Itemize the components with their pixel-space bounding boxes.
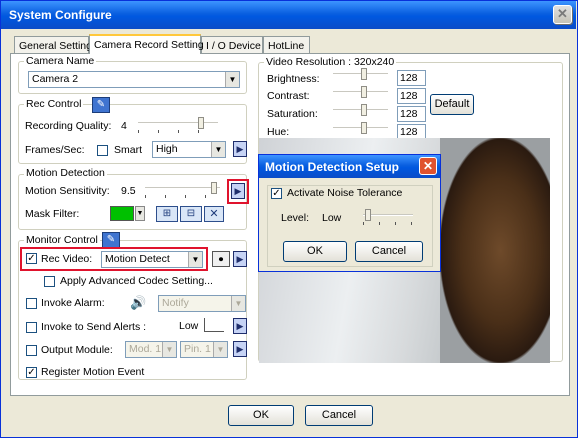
mask-add-icon[interactable]: ⊞ bbox=[156, 206, 178, 222]
frames-per-sec-label: Frames/Sec: bbox=[25, 144, 85, 156]
default-button[interactable]: Default bbox=[430, 94, 474, 115]
mod-select[interactable]: Mod. 1 ▼ bbox=[125, 341, 177, 358]
monitor-control-legend: Monitor Control bbox=[24, 234, 100, 246]
hue-label: Hue: bbox=[267, 126, 290, 138]
contrast-label: Contrast: bbox=[267, 90, 310, 102]
window-title: System Configure bbox=[1, 1, 576, 29]
brightness-label: Brightness: bbox=[267, 73, 320, 85]
mask-clear-icon[interactable]: ✕ bbox=[204, 206, 224, 222]
hue-slider[interactable] bbox=[333, 122, 388, 138]
level-slider[interactable] bbox=[363, 209, 413, 225]
alarm-select-value: Notify bbox=[162, 297, 189, 309]
motion-detection-legend: Motion Detection bbox=[24, 167, 107, 179]
chevron-down-icon: ▼ bbox=[211, 142, 225, 157]
motion-detection-dialog: Motion Detection Setup ✕ ✓ Activate Nois… bbox=[258, 154, 441, 272]
advanced-codec-label: Apply Advanced Codec Setting... bbox=[60, 275, 213, 287]
monitor-control-settings-icon[interactable]: ✎ bbox=[102, 232, 120, 248]
output-module-play-icon[interactable]: ▶ bbox=[233, 341, 247, 357]
frames-select-value: High bbox=[156, 143, 178, 155]
send-alerts-play-icon[interactable]: ▶ bbox=[233, 318, 247, 334]
cancel-button[interactable]: Cancel bbox=[305, 405, 373, 426]
register-motion-checkbox[interactable]: ✓ bbox=[26, 367, 37, 378]
chevron-down-icon: ▼ bbox=[225, 72, 239, 87]
output-module-checkbox[interactable] bbox=[26, 345, 37, 356]
send-alerts-level: Low bbox=[179, 320, 199, 332]
rec-video-play-icon[interactable]: ▶ bbox=[233, 251, 247, 267]
invoke-alarm-checkbox[interactable] bbox=[26, 298, 37, 309]
saturation-slider[interactable] bbox=[333, 104, 388, 120]
video-object bbox=[440, 138, 550, 363]
rec-video-label: Rec Video: bbox=[41, 253, 93, 265]
brightness-slider[interactable] bbox=[333, 68, 388, 84]
motion-setup-play-icon[interactable]: ▶ bbox=[231, 183, 245, 199]
tab-camera-record-setting[interactable]: Camera Record Setting bbox=[89, 34, 204, 54]
noise-tolerance-checkbox[interactable]: ✓ bbox=[271, 188, 282, 199]
noise-tolerance-label: Activate Noise Tolerance bbox=[285, 187, 405, 199]
mask-color-swatch[interactable] bbox=[110, 206, 134, 221]
camera-select-value: Camera 2 bbox=[32, 73, 79, 85]
frames-select[interactable]: High ▼ bbox=[152, 141, 226, 158]
dialog-cancel-button[interactable]: Cancel bbox=[355, 241, 423, 262]
dialog-title: Motion Detection Setup bbox=[259, 155, 440, 178]
video-resolution-label: Video Resolution : 320x240 bbox=[264, 56, 397, 68]
send-alerts-label: Invoke to Send Alerts : bbox=[41, 321, 147, 333]
rec-video-select-value: Motion Detect bbox=[105, 253, 170, 265]
mask-filter-label: Mask Filter: bbox=[25, 208, 80, 220]
saturation-label: Saturation: bbox=[267, 108, 318, 120]
smart-checkbox[interactable] bbox=[97, 145, 108, 156]
motion-sensitivity-value: 9.5 bbox=[121, 185, 136, 197]
contrast-slider[interactable] bbox=[333, 86, 388, 102]
rec-video-select[interactable]: Motion Detect ▼ bbox=[101, 251, 203, 268]
dialog-close-button[interactable]: ✕ bbox=[419, 157, 437, 175]
saturation-input[interactable]: 128 bbox=[397, 106, 426, 122]
speaker-icon: 🔊 bbox=[130, 295, 147, 310]
alert-level-slider[interactable] bbox=[204, 318, 224, 332]
level-value: Low bbox=[322, 212, 342, 224]
motion-sensitivity-label: Motion Sensitivity: bbox=[25, 185, 110, 197]
motion-sensitivity-slider[interactable] bbox=[145, 182, 220, 198]
chevron-down-icon: ▼ bbox=[213, 342, 227, 357]
chevron-down-icon[interactable]: ▼ bbox=[135, 206, 145, 221]
recording-quality-label: Recording Quality: bbox=[25, 120, 112, 132]
contrast-input[interactable]: 128 bbox=[397, 88, 426, 104]
send-alerts-checkbox[interactable] bbox=[26, 322, 37, 333]
camera-name-legend: Camera Name bbox=[24, 55, 97, 67]
window-close-button[interactable]: ✕ bbox=[553, 5, 572, 24]
advanced-codec-checkbox[interactable] bbox=[44, 276, 55, 287]
brightness-input[interactable]: 128 bbox=[397, 70, 426, 86]
level-label: Level: bbox=[281, 212, 310, 224]
chevron-down-icon: ▼ bbox=[188, 252, 202, 267]
dialog-ok-button[interactable]: OK bbox=[283, 241, 347, 262]
recording-quality-value: 4 bbox=[121, 120, 127, 132]
ok-button[interactable]: OK bbox=[228, 405, 294, 426]
alarm-select[interactable]: Notify ▼ bbox=[158, 295, 246, 312]
rec-control-settings-icon[interactable]: ✎ bbox=[92, 97, 110, 113]
output-module-label: Output Module: bbox=[41, 344, 113, 356]
register-motion-label: Register Motion Event bbox=[41, 366, 145, 378]
tab-io-device[interactable]: I / O Device bbox=[201, 36, 263, 54]
recorder-icon[interactable]: ⏺ bbox=[212, 251, 230, 267]
tab-hotline[interactable]: HotLine bbox=[263, 36, 310, 54]
camera-select[interactable]: Camera 2 ▼ bbox=[28, 71, 240, 88]
invoke-alarm-label: Invoke Alarm: bbox=[41, 297, 105, 309]
mask-remove-icon[interactable]: ⊟ bbox=[180, 206, 202, 222]
frames-play-icon[interactable]: ▶ bbox=[233, 141, 247, 157]
pin-select-value: Pin. 1 bbox=[184, 343, 211, 355]
chevron-down-icon: ▼ bbox=[231, 296, 245, 311]
chevron-down-icon: ▼ bbox=[162, 342, 176, 357]
smart-label: Smart bbox=[114, 144, 143, 156]
pin-select[interactable]: Pin. 1 ▼ bbox=[180, 341, 228, 358]
tab-general-setting[interactable]: General Setting bbox=[14, 36, 92, 54]
mod-select-value: Mod. 1 bbox=[129, 343, 162, 355]
rec-control-legend: Rec Control bbox=[24, 98, 84, 110]
rec-video-checkbox[interactable]: ✓ bbox=[26, 253, 37, 264]
recording-quality-slider[interactable] bbox=[138, 117, 218, 133]
